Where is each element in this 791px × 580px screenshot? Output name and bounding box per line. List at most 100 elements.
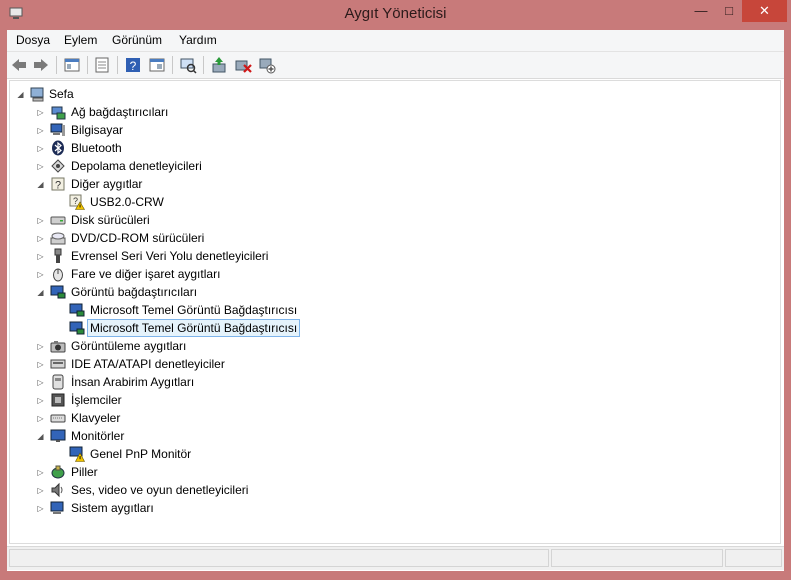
- tree-item-label: IDE ATA/ATAPI denetleyiciler: [71, 357, 225, 371]
- toolbar-separator: [87, 56, 88, 74]
- svg-text:?: ?: [73, 196, 78, 206]
- expand-arrow-icon[interactable]: ▷: [36, 126, 45, 135]
- tree-item-label: DVD/CD-ROM sürücüleri: [71, 231, 205, 245]
- status-cell-main: [9, 549, 549, 567]
- tree-item-label: Disk sürücüleri: [71, 213, 150, 227]
- svg-text:?: ?: [55, 180, 61, 192]
- storage-controller-icon: [51, 159, 65, 173]
- expand-arrow-icon[interactable]: ▷: [36, 234, 45, 243]
- imaging-device-icon: [50, 341, 66, 353]
- expand-arrow-icon[interactable]: ▷: [36, 360, 45, 369]
- keyboard-icon: [50, 414, 66, 423]
- scan-hardware-icon[interactable]: [179, 56, 197, 74]
- hid-icon: [52, 374, 64, 390]
- network-adapter-icon: [51, 106, 66, 120]
- tree-item-label: Bilgisayar: [71, 123, 124, 137]
- toolbar-separator: [117, 56, 118, 74]
- tree-item-label: Görüntü bağdaştırıcıları: [71, 285, 198, 299]
- tree-item-label: Sistem aygıtları: [71, 501, 154, 515]
- back-icon[interactable]: [10, 56, 28, 74]
- tree-item-label: Genel PnP Monitör: [90, 447, 192, 461]
- tree-item-label: Microsoft Temel Görüntü Bağdaştırıcısı: [90, 303, 298, 317]
- device-manager-window: Aygıt Yöneticisi — □ ✕ Dosya Eylem Görün…: [0, 0, 791, 580]
- tree-item-label: Görüntüleme aygıtları: [71, 339, 187, 353]
- close-button[interactable]: ✕: [742, 0, 787, 22]
- dvd-drive-icon: [50, 232, 66, 245]
- minimize-button[interactable]: —: [686, 0, 716, 22]
- expand-arrow-icon[interactable]: ▷: [36, 342, 45, 351]
- display-adapter-icon: [50, 285, 66, 299]
- menu-dosya[interactable]: Dosya: [16, 33, 50, 47]
- menu-bar: Dosya Eylem Görünüm Yardım: [7, 30, 784, 52]
- update-driver-icon[interactable]: [210, 56, 228, 74]
- title-bar[interactable]: Aygıt Yöneticisi — □ ✕: [0, 0, 791, 30]
- expand-arrow-icon[interactable]: ▷: [36, 270, 45, 279]
- uninstall-icon[interactable]: [234, 56, 252, 74]
- toolbar-separator: [203, 56, 204, 74]
- expand-arrow-icon[interactable]: ▷: [36, 414, 45, 423]
- tree-item-label: Fare ve diğer işaret aygıtları: [71, 267, 221, 281]
- view-icon[interactable]: [148, 56, 166, 74]
- tree-item-label: Piller: [71, 465, 98, 479]
- toolbar-separator: [56, 56, 57, 74]
- menu-gorunum[interactable]: Görünüm: [112, 33, 162, 47]
- bluetooth-icon: [52, 140, 64, 156]
- processor-icon: [51, 393, 65, 407]
- tree-item-label: Monitörler: [71, 429, 125, 443]
- tree-item-label: Ses, video ve oyun denetleyicileri: [71, 483, 249, 497]
- expand-arrow-icon[interactable]: ▷: [36, 252, 45, 261]
- tree-item-label: Microsoft Temel Görüntü Bağdaştırıcısı: [87, 319, 301, 337]
- computer-root-icon: [30, 87, 44, 102]
- menu-yardim[interactable]: Yardım: [179, 33, 217, 47]
- tree-item-label: Depolama denetleyicileri: [71, 159, 202, 173]
- tree-item-label: İnsan Arabirim Aygıtları: [71, 375, 195, 389]
- display-adapter-icon: [69, 303, 85, 317]
- tree-root-label: Sefa: [49, 87, 74, 101]
- sound-icon: [51, 482, 63, 498]
- expand-arrow-icon[interactable]: ▷: [36, 216, 45, 225]
- mouse-icon: [53, 268, 63, 282]
- monitor-warning-icon: [69, 446, 85, 462]
- tree-item-label: USB2.0-CRW: [90, 195, 164, 209]
- expand-arrow-icon[interactable]: ▷: [36, 378, 45, 387]
- usb-icon: [54, 248, 62, 263]
- expand-arrow-icon[interactable]: ▷: [36, 144, 45, 153]
- client-area: Dosya Eylem Görünüm Yardım ? ◢ Sefa ▷ Ağ…: [7, 30, 784, 571]
- status-bar: [7, 546, 784, 570]
- status-cell-middle: [551, 549, 723, 567]
- console-tree-icon[interactable]: [63, 56, 81, 74]
- svg-text:?: ?: [130, 59, 137, 73]
- expand-arrow-icon[interactable]: ▷: [36, 486, 45, 495]
- tree-item-label: Diğer aygıtlar: [71, 177, 143, 191]
- disable-icon[interactable]: [258, 56, 276, 74]
- system-devices-icon: [50, 501, 64, 514]
- window-title: Aygıt Yöneticisi: [344, 5, 447, 22]
- menu-eylem[interactable]: Eylem: [64, 33, 97, 47]
- maximize-button[interactable]: □: [716, 0, 742, 22]
- computer-icon: [50, 123, 65, 136]
- expand-arrow-icon[interactable]: ▷: [36, 108, 45, 117]
- display-adapter-icon: [69, 321, 85, 335]
- collapse-arrow-icon[interactable]: ◢: [16, 90, 25, 99]
- collapse-arrow-icon[interactable]: ◢: [36, 180, 45, 189]
- expand-arrow-icon[interactable]: ▷: [36, 162, 45, 171]
- ide-controller-icon: [50, 359, 66, 369]
- disk-drive-icon: [50, 216, 66, 225]
- forward-icon[interactable]: [32, 56, 50, 74]
- battery-icon: [51, 465, 65, 479]
- expand-arrow-icon[interactable]: ▷: [36, 468, 45, 477]
- properties-icon[interactable]: [93, 56, 111, 74]
- collapse-arrow-icon[interactable]: ◢: [36, 288, 45, 297]
- expand-arrow-icon[interactable]: ▷: [36, 396, 45, 405]
- toolbar: ?: [7, 52, 784, 79]
- other-devices-icon: ?: [51, 177, 65, 192]
- tree-item-label: Klavyeler: [71, 411, 121, 425]
- tree-item-label: İşlemciler: [71, 393, 122, 407]
- expand-arrow-icon[interactable]: ▷: [36, 504, 45, 513]
- tree-item-label: Evrensel Seri Veri Yolu denetleyicileri: [71, 249, 269, 263]
- toolbar-separator: [172, 56, 173, 74]
- help-icon[interactable]: ?: [124, 56, 142, 74]
- collapse-arrow-icon[interactable]: ◢: [36, 432, 45, 441]
- device-tree[interactable]: ◢ Sefa ▷ Ağ bağdaştırıcıları ▷ Bilgisaya…: [9, 80, 781, 544]
- status-cell-right: [725, 549, 782, 567]
